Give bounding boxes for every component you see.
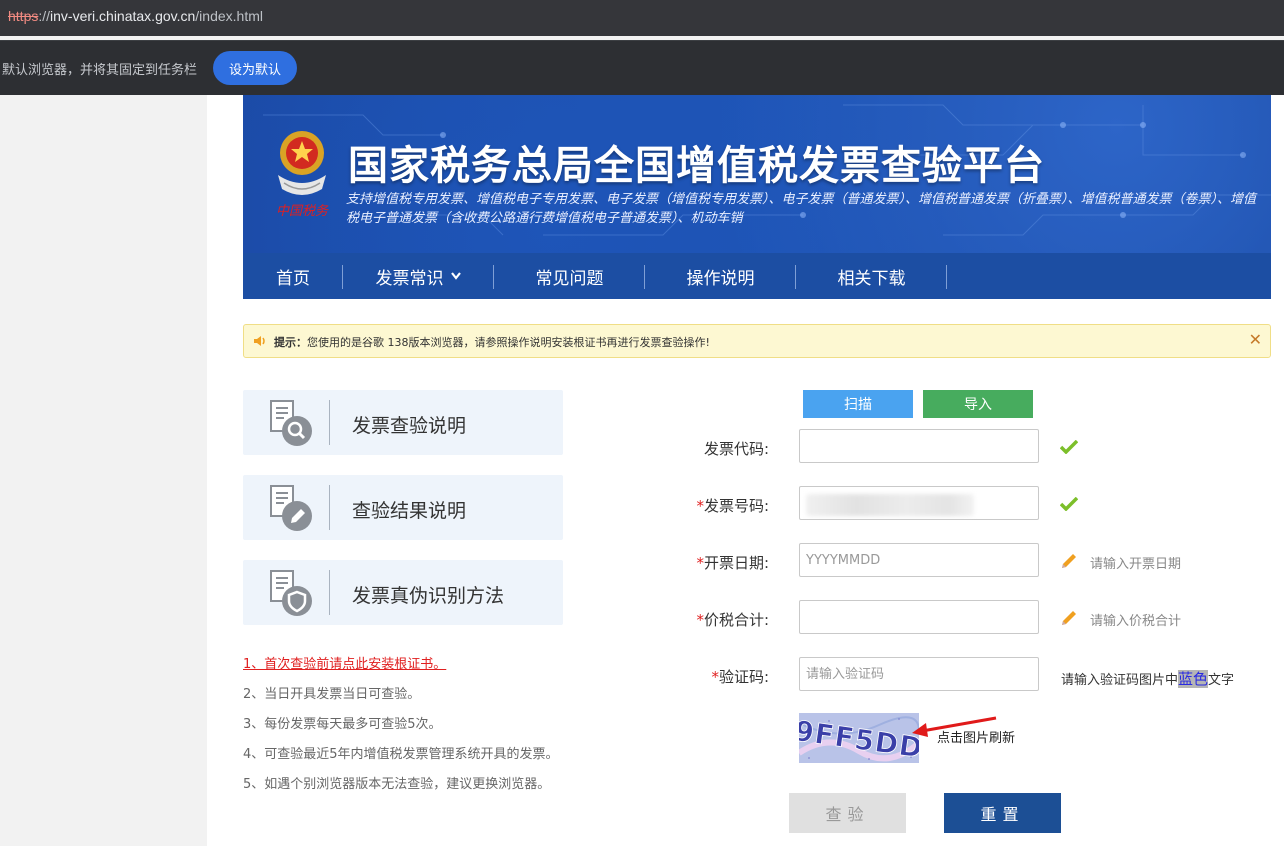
card-label: 查验结果说明 (352, 500, 467, 522)
nav-downloads[interactable]: 相关下载 (796, 253, 947, 299)
url-separator: :// (38, 8, 51, 24)
query-button[interactable]: 查验 (789, 793, 906, 833)
issue-date-hint: 请输入开票日期 (1090, 557, 1182, 572)
card-divider (329, 485, 330, 530)
card-divider (329, 400, 330, 445)
refresh-hint: 点击图片刷新 (937, 731, 1016, 746)
main-nav: 首页 发票常识 常见问题 操作说明 相关下载 (243, 253, 1271, 299)
nav-label: 操作说明 (686, 268, 755, 289)
nav-label: 发票常识 (375, 268, 444, 289)
captcha-input[interactable] (799, 657, 1039, 691)
nav-instructions[interactable]: 操作说明 (645, 253, 796, 299)
hint-text: 文字 (1208, 673, 1235, 688)
set-default-button[interactable]: 设为默认 (213, 51, 297, 85)
captcha-image[interactable]: 9FF5DD (799, 713, 919, 763)
nav-label: 首页 (276, 268, 310, 289)
tip-item: 5、如遇个别浏览器版本无法查验，建议更换浏览器。 (243, 777, 551, 792)
document-search-icon (270, 400, 312, 446)
close-icon[interactable]: ✕ (1249, 332, 1262, 348)
nav-label: 常见问题 (535, 268, 604, 289)
tip-item: 3、每份发票每天最多可查验5次。 (243, 717, 442, 732)
card-label: 发票查验说明 (352, 415, 467, 437)
alert-prefix: 提示： (274, 336, 307, 349)
invoice-code-input[interactable] (799, 429, 1039, 463)
document-shield-icon (270, 570, 312, 616)
url-text[interactable]: https://inv-veri.chinatax.gov.cn/index.h… (8, 8, 263, 24)
required-mark: * (696, 611, 704, 629)
hint-color-word: 蓝色 (1178, 670, 1209, 688)
card-result-instructions[interactable]: 查验结果说明 (243, 475, 563, 540)
issue-date-label: *开票日期: (669, 552, 769, 573)
captcha-hint: 请输入验证码图片中蓝色文字 (1061, 668, 1234, 689)
issue-date-input[interactable] (799, 543, 1039, 577)
scan-button[interactable]: 扫描 (803, 390, 913, 418)
chevron-down-icon (450, 272, 461, 280)
alert-message: 提示：您使用的是谷歌 138版本浏览器，请参照操作说明安装根证书再进行发票查验操… (274, 334, 710, 350)
default-browser-infobar: 默认浏览器，并将其固定到任务栏 设为默认 (0, 40, 1284, 95)
nav-invoice-knowledge[interactable]: 发票常识 (343, 253, 494, 299)
check-icon (1060, 440, 1078, 454)
tax-emblem-icon: 中国税务 (276, 131, 329, 219)
import-button[interactable]: 导入 (923, 390, 1033, 418)
card-verify-instructions[interactable]: 发票查验说明 (243, 390, 563, 455)
nav-separator (946, 265, 947, 289)
total-amount-input[interactable] (799, 600, 1039, 634)
speaker-icon (254, 336, 265, 346)
alert-text: 您使用的是谷歌 138版本浏览器，请参照操作说明安装根证书再进行发票查验操作! (307, 336, 710, 349)
nav-label: 相关下载 (837, 268, 906, 289)
nav-faq[interactable]: 常见问题 (494, 253, 645, 299)
page-title: 国家税务总局全国增值税发票查验平台 (348, 143, 1045, 189)
reset-button[interactable]: 重置 (944, 793, 1061, 833)
card-divider (329, 570, 330, 615)
captcha-label: *验证码: (669, 666, 769, 687)
hint-text: 请输入验证码图片中 (1061, 673, 1179, 688)
tip-item: 2、当日开具发票当日可查验。 (243, 687, 421, 702)
header-banner: 中国税务 国家税务总局全国增值税发票查验平台 支持增值税专用发票、增值税电子专用… (243, 95, 1271, 253)
page-subtitle: 支持增值税专用发票、增值税电子专用发票、电子发票（增值税专用发票）、电子发票（普… (346, 192, 1257, 226)
install-cert-link[interactable]: 1、首次查验前请点此安装根证书。 (243, 656, 559, 686)
tips-list: 1、首次查验前请点此安装根证书。 2、当日开具发票当日可查验。 3、每份发票每天… (243, 656, 559, 806)
pencil-icon (1062, 611, 1076, 625)
redacted-number (806, 494, 974, 516)
label-text: 发票号码: (703, 497, 769, 515)
document-edit-icon (270, 485, 312, 531)
required-mark: * (711, 668, 719, 686)
address-bar[interactable]: https://inv-veri.chinatax.gov.cn/index.h… (0, 0, 1284, 36)
label-text: 验证码: (718, 668, 769, 686)
label-text: 开票日期: (703, 554, 769, 572)
label-text: 发票代码: (703, 440, 769, 458)
check-icon (1060, 497, 1078, 511)
total-amount-label: *价税合计: (669, 609, 769, 630)
url-path: /index.html (195, 8, 263, 24)
total-amount-hint: 请输入价税合计 (1090, 614, 1182, 629)
card-authenticity-methods[interactable]: 发票真伪识别方法 (243, 560, 563, 625)
infobar-text: 默认浏览器，并将其固定到任务栏 (2, 63, 198, 78)
required-mark: * (696, 497, 704, 515)
required-mark: * (696, 554, 704, 572)
url-host: inv-veri.chinatax.gov.cn (50, 8, 196, 24)
invoice-number-label: *发票号码: (669, 495, 769, 516)
emblem-text: 中国税务 (276, 204, 329, 219)
pencil-icon (1062, 554, 1076, 568)
tip-item: 4、可查验最近5年内增值税发票管理系统开具的发票。 (243, 747, 559, 762)
label-text: 价税合计: (703, 611, 769, 629)
invoice-code-label: 发票代码: (669, 438, 769, 459)
nav-home[interactable]: 首页 (243, 253, 343, 299)
url-protocol: https (8, 8, 39, 24)
browser-alert: 提示：您使用的是谷歌 138版本浏览器，请参照操作说明安装根证书再进行发票查验操… (243, 324, 1271, 358)
card-label: 发票真伪识别方法 (352, 585, 505, 607)
